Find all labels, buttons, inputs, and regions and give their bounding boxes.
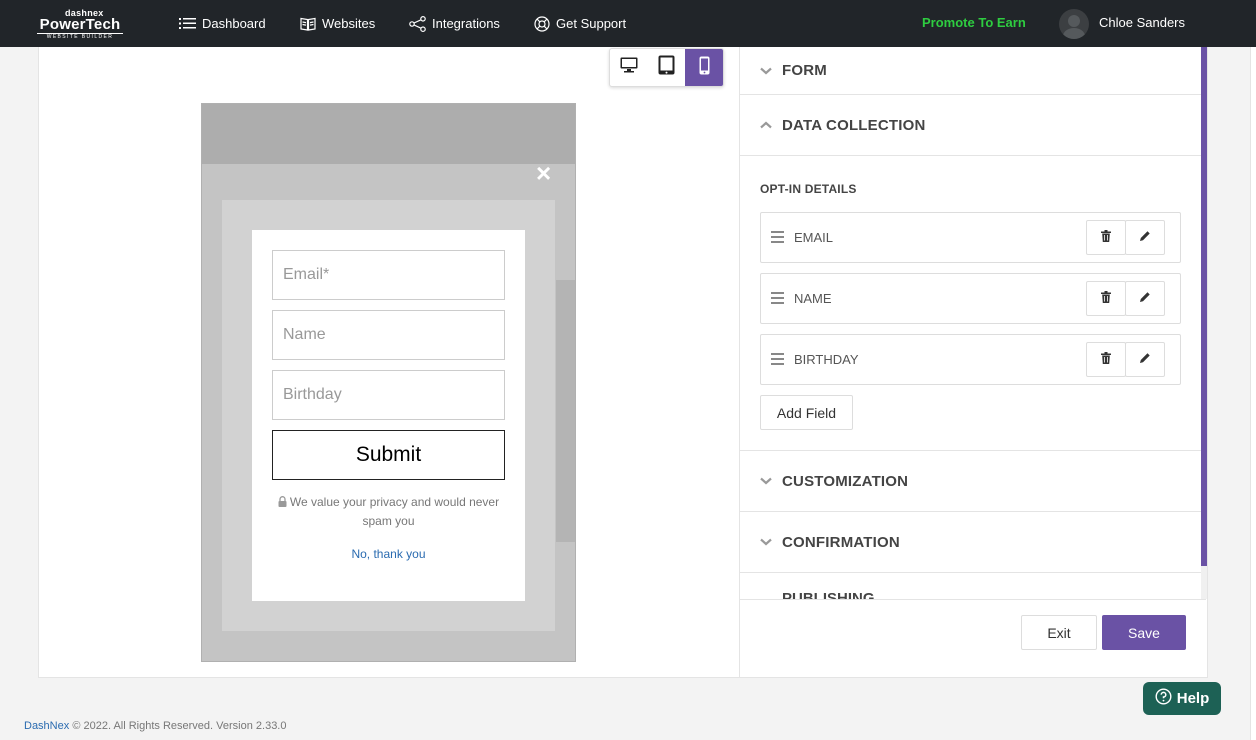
help-button[interactable]: Help [1143,682,1221,715]
footer-copyright: © 2022. All Rights Reserved. Version 2.3… [72,720,287,732]
help-label: Help [1176,690,1210,707]
pencil-icon [1139,351,1151,369]
section-data-collection[interactable]: DATA COLLECTION [740,95,1201,156]
pencil-icon [1139,229,1151,247]
optin-field-row: BIRTHDAY [760,334,1181,385]
mobile-view-button[interactable] [685,49,724,86]
page-scrollbar[interactable] [1250,47,1256,740]
nav-websites[interactable]: Websites [300,0,375,47]
avatar[interactable] [1059,9,1089,39]
chevron-up-icon [760,116,772,134]
privacy-note: We value your privacy and would never sp… [272,493,505,530]
nav-integrations[interactable]: Integrations [409,0,500,47]
promote-to-earn-link[interactable]: Promote To Earn [922,15,1026,30]
tablet-icon [658,55,675,80]
nav-get-support-label: Get Support [556,16,627,31]
lifebuoy-icon [534,15,550,32]
top-navbar: dashnex PowerTech WEBSITE BUILDER Dashbo… [0,0,1256,47]
user-name[interactable]: Chloe Sanders [1099,15,1185,30]
edit-field-button[interactable] [1125,220,1165,255]
dashnex-powertech-logo[interactable]: dashnex PowerTech WEBSITE BUILDER [37,9,123,40]
panel-scrollbar-thumb[interactable] [1201,47,1207,566]
nav-get-support[interactable]: Get Support [534,0,626,47]
optin-field-name: NAME [794,291,832,306]
share-icon [409,15,426,32]
exit-button[interactable]: Exit [1021,615,1097,650]
list-icon [179,17,196,30]
add-field-button[interactable]: Add Field [760,395,853,430]
section-data-collection-title: DATA COLLECTION [782,116,926,134]
preview-header-band [202,104,575,164]
birthday-field[interactable]: Birthday [272,370,505,420]
logo-line2: PowerTech [39,16,121,33]
mobile-icon [699,56,710,80]
section-customization-title: CUSTOMIZATION [782,472,909,490]
footer: DashNex © 2022. All Rights Reserved. Ver… [24,720,287,732]
section-customization[interactable]: CUSTOMIZATION [740,450,1201,512]
logo-line3: WEBSITE BUILDER [37,33,123,40]
nav-integrations-label: Integrations [432,16,500,31]
delete-field-button[interactable] [1086,342,1126,377]
preview-side-strip [556,280,575,542]
delete-field-button[interactable] [1086,220,1126,255]
optin-field-name: EMAIL [794,230,834,245]
optin-details-title: OPT-IN DETAILS [760,182,857,196]
trash-icon [1101,290,1111,308]
nav-websites-label: Websites [322,16,376,31]
footer-brand-link[interactable]: DashNex [24,720,69,732]
edit-field-button[interactable] [1125,281,1165,316]
save-button[interactable]: Save [1102,615,1186,650]
section-form[interactable]: FORM [740,47,1201,95]
section-confirmation-title: CONFIRMATION [782,533,900,551]
drag-handle-icon[interactable] [771,291,784,309]
optin-field-row: EMAIL [760,212,1181,263]
submit-button[interactable]: Submit [272,430,505,480]
optin-field-row: NAME [760,273,1181,324]
email-field[interactable]: Email* [272,250,505,300]
pencil-icon [1139,290,1151,308]
nav-dashboard[interactable]: Dashboard [179,0,266,47]
close-icon[interactable]: × [536,160,551,186]
section-form-title: FORM [782,62,827,79]
chevron-down-icon [760,533,772,551]
device-toggle [609,48,724,87]
section-publishing-title[interactable]: PUBLISHING [782,592,875,599]
trash-icon [1101,351,1111,369]
desktop-icon [620,57,638,78]
tablet-view-button[interactable] [648,49,686,86]
delete-field-button[interactable] [1086,281,1126,316]
chevron-down-icon [760,62,772,80]
edit-field-button[interactable] [1125,342,1165,377]
question-circle-icon [1155,688,1172,709]
optin-field-name: BIRTHDAY [794,352,859,367]
privacy-text: We value your privacy and would never sp… [289,495,500,528]
nav-dashboard-label: Dashboard [202,16,266,31]
lock-icon [278,494,287,512]
desktop-view-button[interactable] [610,49,648,86]
section-confirmation[interactable]: CONFIRMATION [740,512,1201,573]
name-field[interactable]: Name [272,310,505,360]
drag-handle-icon[interactable] [771,352,784,370]
drag-handle-icon[interactable] [771,230,784,248]
trash-icon [1101,229,1111,247]
no-thank-you-link[interactable]: No, thank you [272,547,505,561]
book-icon [300,17,316,31]
chevron-down-icon [760,472,772,490]
